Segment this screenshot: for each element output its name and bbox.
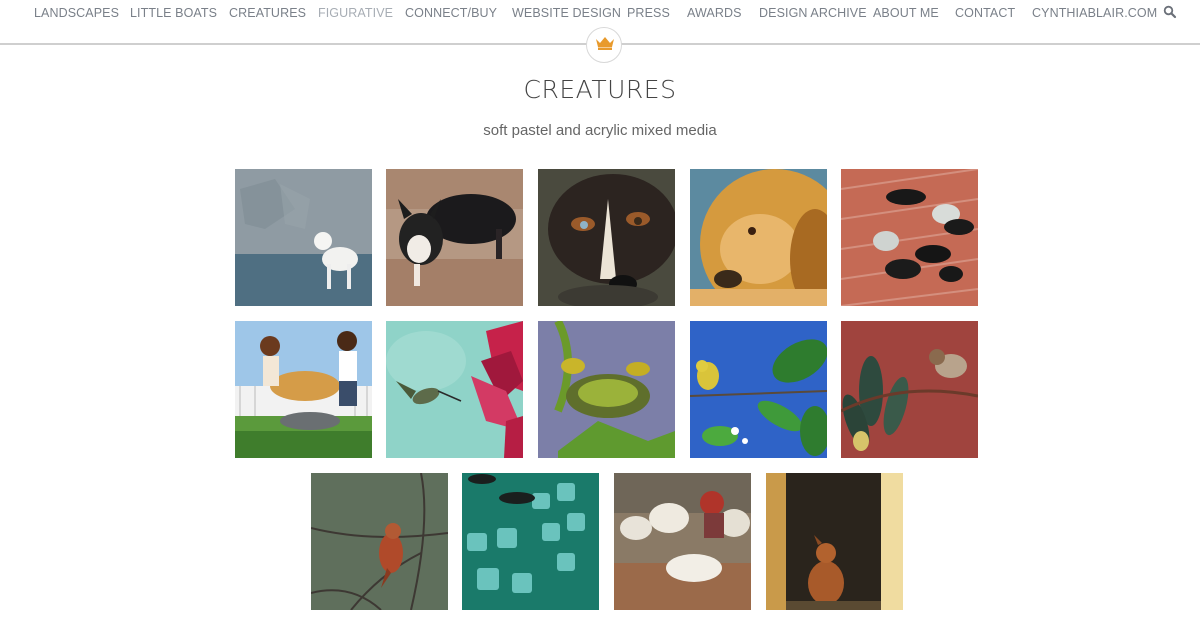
nav-item-connect-buy[interactable]: CONNECT/BUY <box>405 6 497 20</box>
artwork-thumbnail <box>614 473 751 610</box>
gallery-item-sparrow[interactable] <box>841 321 978 458</box>
artwork-thumbnail <box>538 169 675 306</box>
gallery-item-kittens[interactable] <box>841 169 978 306</box>
artwork-thumbnail <box>386 169 523 306</box>
gallery-item-yellow-warbler[interactable] <box>690 321 827 458</box>
nav-item-design-archive[interactable]: DESIGN ARCHIVE <box>759 6 867 20</box>
crown-icon <box>596 37 614 50</box>
nav-item-cynthiablair[interactable]: CYNTHIABLAIR.COM <box>1032 6 1157 20</box>
gallery-item-sunflower-birds[interactable] <box>538 321 675 458</box>
gallery-item-sheep-shearing[interactable] <box>614 473 751 610</box>
artwork-thumbnail <box>766 473 903 610</box>
nav-item-about-me[interactable]: ABOUT ME <box>873 6 939 20</box>
nav-item-contact[interactable]: CONTACT <box>955 6 1015 20</box>
nav-item-figurative[interactable]: FIGURATIVE <box>318 6 393 20</box>
artwork-thumbnail <box>462 473 599 610</box>
page-title: CREATURES <box>523 75 677 104</box>
nav-item-press[interactable]: PRESS <box>627 6 670 20</box>
nav-item-landscapes[interactable]: LANDSCAPES <box>34 6 119 20</box>
crown-logo[interactable] <box>586 27 622 63</box>
artwork-thumbnail <box>690 169 827 306</box>
artwork-thumbnail <box>841 169 978 306</box>
nav-item-awards[interactable]: AWARDS <box>687 6 742 20</box>
artwork-thumbnail <box>538 321 675 458</box>
gallery-item-dog-doorway[interactable] <box>766 473 903 610</box>
gallery-item-ducks-pool[interactable] <box>462 473 599 610</box>
gallery-item-corgi[interactable] <box>386 169 523 306</box>
nav-item-creatures[interactable]: CREATURES <box>229 6 306 20</box>
gallery-item-bull-terrier[interactable] <box>235 169 372 306</box>
artwork-thumbnail <box>235 169 372 306</box>
artwork-thumbnail <box>386 321 523 458</box>
gallery-item-hummingbird[interactable] <box>386 321 523 458</box>
artwork-thumbnail <box>235 321 372 458</box>
search-icon[interactable] <box>1163 5 1177 19</box>
nav-item-little-boats[interactable]: LITTLE BOATS <box>130 6 217 20</box>
gallery-item-golden-retriever[interactable] <box>690 169 827 306</box>
nav-item-website-design[interactable]: WEBSITE DESIGN <box>512 6 621 20</box>
artwork-thumbnail <box>311 473 448 610</box>
artwork-thumbnail <box>841 321 978 458</box>
gallery-item-dog-bath[interactable] <box>235 321 372 458</box>
artwork-thumbnail <box>690 321 827 458</box>
gallery-item-cardinal[interactable] <box>311 473 448 610</box>
page-subtitle: soft pastel and acrylic mixed media <box>483 122 717 139</box>
gallery-item-australian-shepherd[interactable] <box>538 169 675 306</box>
